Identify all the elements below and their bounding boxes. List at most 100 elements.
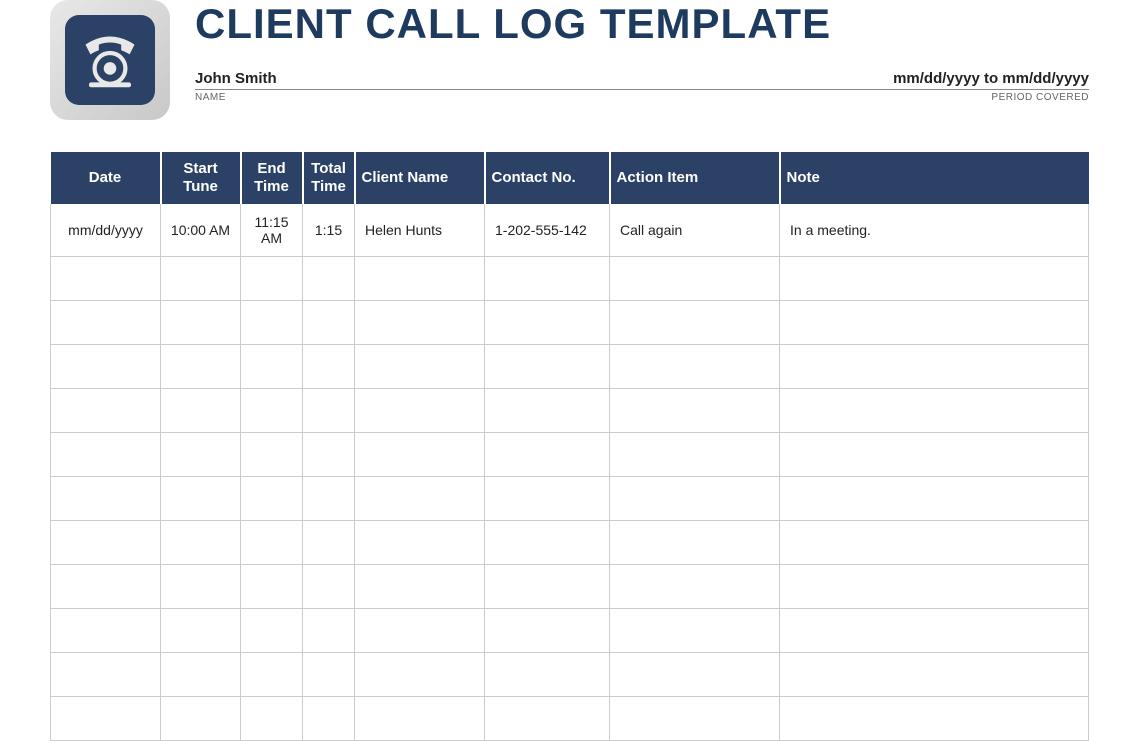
cell-note[interactable] xyxy=(780,433,1089,477)
period-block: mm/dd/yyyy to mm/dd/yyyy xyxy=(893,70,1089,87)
cell-contact[interactable] xyxy=(485,653,610,697)
cell-total[interactable] xyxy=(303,697,355,741)
cell-total[interactable] xyxy=(303,389,355,433)
cell-client[interactable] xyxy=(355,565,485,609)
cell-start[interactable] xyxy=(161,257,241,301)
cell-action[interactable] xyxy=(610,301,780,345)
cell-note[interactable] xyxy=(780,257,1089,301)
cell-note[interactable] xyxy=(780,301,1089,345)
cell-action[interactable] xyxy=(610,521,780,565)
cell-contact[interactable] xyxy=(485,389,610,433)
cell-start[interactable] xyxy=(161,477,241,521)
cell-action[interactable] xyxy=(610,477,780,521)
cell-action[interactable] xyxy=(610,609,780,653)
cell-total[interactable] xyxy=(303,345,355,389)
cell-start[interactable] xyxy=(161,301,241,345)
cell-date[interactable]: mm/dd/yyyy xyxy=(51,204,161,257)
cell-note[interactable] xyxy=(780,345,1089,389)
cell-action[interactable] xyxy=(610,433,780,477)
cell-start[interactable] xyxy=(161,433,241,477)
cell-date[interactable] xyxy=(51,697,161,741)
cell-client[interactable] xyxy=(355,653,485,697)
cell-start[interactable] xyxy=(161,653,241,697)
cell-contact[interactable] xyxy=(485,521,610,565)
cell-total[interactable] xyxy=(303,521,355,565)
cell-client[interactable]: Helen Hunts xyxy=(355,204,485,257)
cell-action[interactable] xyxy=(610,257,780,301)
cell-note[interactable] xyxy=(780,521,1089,565)
cell-note[interactable] xyxy=(780,389,1089,433)
cell-date[interactable] xyxy=(51,609,161,653)
cell-end[interactable] xyxy=(241,697,303,741)
cell-date[interactable] xyxy=(51,433,161,477)
cell-client[interactable] xyxy=(355,433,485,477)
cell-client[interactable] xyxy=(355,521,485,565)
cell-action[interactable]: Call again xyxy=(610,204,780,257)
cell-start[interactable] xyxy=(161,697,241,741)
cell-end[interactable] xyxy=(241,565,303,609)
cell-contact[interactable] xyxy=(485,301,610,345)
cell-note[interactable] xyxy=(780,477,1089,521)
cell-contact[interactable]: 1-202-555-142 xyxy=(485,204,610,257)
cell-date[interactable] xyxy=(51,653,161,697)
cell-action[interactable] xyxy=(610,345,780,389)
cell-start[interactable] xyxy=(161,609,241,653)
cell-date[interactable] xyxy=(51,389,161,433)
cell-client[interactable] xyxy=(355,257,485,301)
cell-end[interactable] xyxy=(241,521,303,565)
cell-contact[interactable] xyxy=(485,697,610,741)
cell-note[interactable]: In a meeting. xyxy=(780,204,1089,257)
cell-end[interactable] xyxy=(241,389,303,433)
cell-total[interactable] xyxy=(303,653,355,697)
cell-total[interactable] xyxy=(303,565,355,609)
cell-end[interactable] xyxy=(241,257,303,301)
cell-total[interactable]: 1:15 xyxy=(303,204,355,257)
cell-date[interactable] xyxy=(51,345,161,389)
cell-end[interactable] xyxy=(241,433,303,477)
cell-total[interactable] xyxy=(303,433,355,477)
cell-contact[interactable] xyxy=(485,565,610,609)
cell-total[interactable] xyxy=(303,301,355,345)
cell-action[interactable] xyxy=(610,697,780,741)
period-value: mm/dd/yyyy to mm/dd/yyyy xyxy=(893,70,1089,87)
cell-client[interactable] xyxy=(355,609,485,653)
cell-end[interactable] xyxy=(241,301,303,345)
cell-contact[interactable] xyxy=(485,609,610,653)
cell-client[interactable] xyxy=(355,697,485,741)
cell-note[interactable] xyxy=(780,653,1089,697)
cell-end[interactable]: 11:15 AM xyxy=(241,204,303,257)
cell-start[interactable] xyxy=(161,345,241,389)
cell-total[interactable] xyxy=(303,477,355,521)
cell-action[interactable] xyxy=(610,653,780,697)
table-row xyxy=(51,697,1089,741)
cell-note[interactable] xyxy=(780,565,1089,609)
cell-end[interactable] xyxy=(241,345,303,389)
cell-date[interactable] xyxy=(51,565,161,609)
cell-start[interactable]: 10:00 AM xyxy=(161,204,241,257)
cell-end[interactable] xyxy=(241,653,303,697)
cell-client[interactable] xyxy=(355,345,485,389)
cell-contact[interactable] xyxy=(485,433,610,477)
cell-contact[interactable] xyxy=(485,345,610,389)
cell-date[interactable] xyxy=(51,477,161,521)
cell-end[interactable] xyxy=(241,609,303,653)
cell-date[interactable] xyxy=(51,521,161,565)
cell-start[interactable] xyxy=(161,521,241,565)
cell-start[interactable] xyxy=(161,389,241,433)
table-row xyxy=(51,609,1089,653)
cell-date[interactable] xyxy=(51,301,161,345)
cell-contact[interactable] xyxy=(485,257,610,301)
cell-client[interactable] xyxy=(355,477,485,521)
cell-client[interactable] xyxy=(355,389,485,433)
cell-date[interactable] xyxy=(51,257,161,301)
cell-contact[interactable] xyxy=(485,477,610,521)
cell-end[interactable] xyxy=(241,477,303,521)
cell-note[interactable] xyxy=(780,609,1089,653)
cell-action[interactable] xyxy=(610,389,780,433)
cell-note[interactable] xyxy=(780,697,1089,741)
cell-client[interactable] xyxy=(355,301,485,345)
cell-action[interactable] xyxy=(610,565,780,609)
cell-total[interactable] xyxy=(303,609,355,653)
cell-total[interactable] xyxy=(303,257,355,301)
cell-start[interactable] xyxy=(161,565,241,609)
